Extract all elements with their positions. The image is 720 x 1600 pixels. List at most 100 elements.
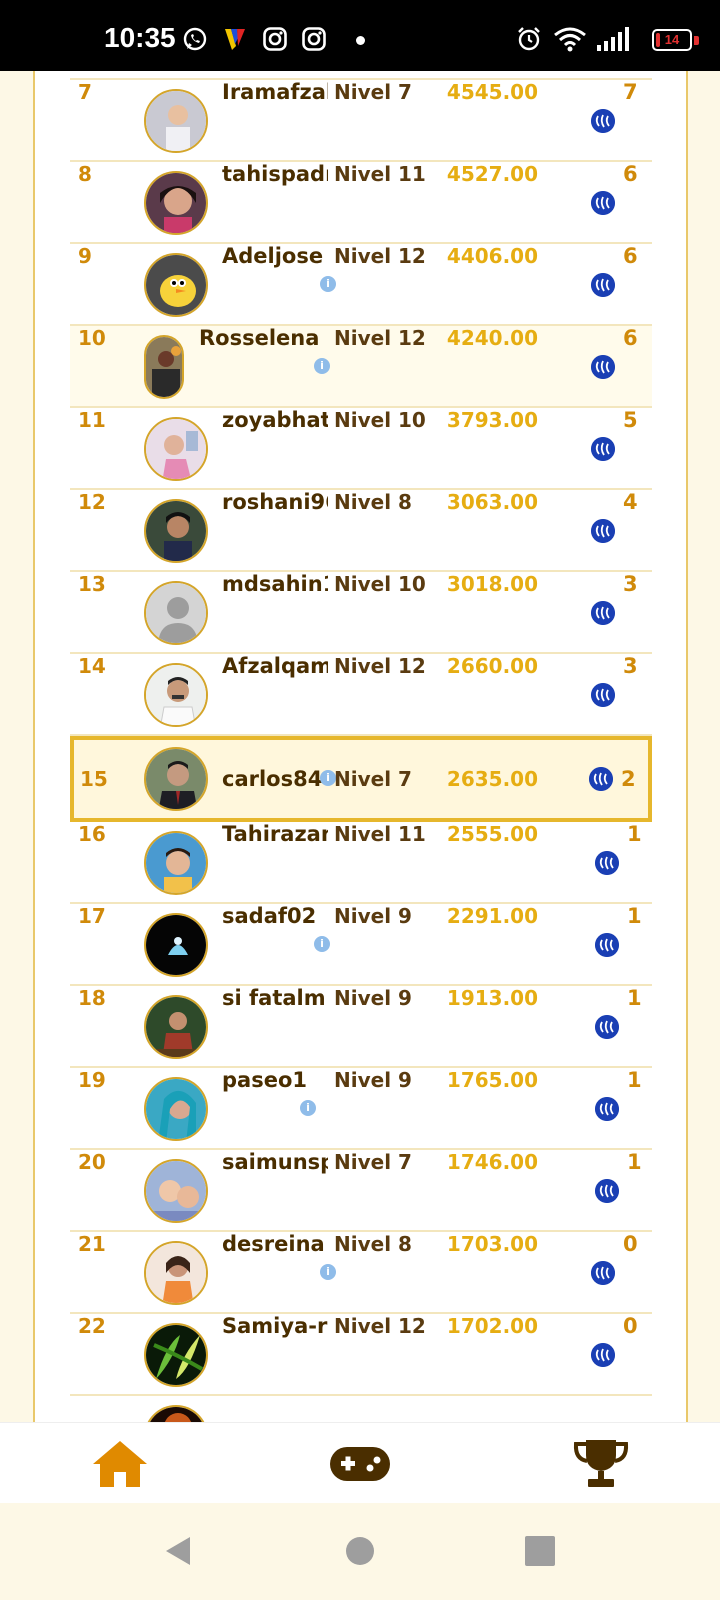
leaderboard-row[interactable]: 11 zoyabhat Nivel 10 3793.00 5 bbox=[70, 408, 652, 490]
gamepad-icon[interactable] bbox=[330, 1437, 390, 1491]
score: 2291.00 bbox=[446, 904, 538, 928]
username[interactable]: tahispadr bbox=[222, 162, 328, 186]
info-icon[interactable]: i bbox=[320, 1264, 336, 1280]
battery-icon: 14 bbox=[652, 29, 692, 51]
reward: 3 bbox=[623, 654, 638, 678]
level: Nivel 9 bbox=[334, 1068, 412, 1092]
rank: 7 bbox=[78, 80, 92, 104]
rank: 19 bbox=[78, 1068, 106, 1092]
trophy-icon[interactable] bbox=[571, 1437, 631, 1491]
leaderboard-panel: 7 Iramafzal Nivel 7 4545.00 7 8 tahispad… bbox=[33, 71, 688, 1423]
leaderboard-row[interactable]: 12 roshani96 Nivel 8 3063.00 4 bbox=[70, 490, 652, 572]
username[interactable]: carlos84 bbox=[222, 740, 322, 818]
leaderboard-row[interactable]: 7 Iramafzal Nivel 7 4545.00 7 bbox=[70, 80, 652, 162]
username[interactable]: mdsahin1 bbox=[222, 572, 328, 596]
avatar[interactable] bbox=[144, 581, 208, 645]
leaderboard-row[interactable]: 18 si fatalm Nivel 9 1913.00 1 bbox=[70, 986, 652, 1068]
signal-icon bbox=[597, 27, 629, 51]
avatar[interactable] bbox=[144, 499, 208, 563]
rank: 9 bbox=[78, 244, 92, 268]
avatar[interactable] bbox=[144, 995, 208, 1059]
avatar[interactable] bbox=[144, 171, 208, 235]
rank: 10 bbox=[78, 326, 106, 350]
info-icon[interactable]: i bbox=[314, 936, 330, 952]
leaderboard-row[interactable]: 10 Rosselena i Nivel 12 4240.00 6 bbox=[70, 326, 652, 408]
info-icon[interactable]: i bbox=[320, 276, 336, 292]
leaderboard-row[interactable]: 13 mdsahin1 Nivel 10 3018.00 3 bbox=[70, 572, 652, 654]
leaderboard-row[interactable]: 19 paseo1 i Nivel 9 1765.00 1 bbox=[70, 1068, 652, 1150]
leaderboard-list: 7 Iramafzal Nivel 7 4545.00 7 8 tahispad… bbox=[35, 80, 686, 1423]
leaderboard-row[interactable]: 17 sadaf02 i Nivel 9 2291.00 1 bbox=[70, 904, 652, 986]
level: Nivel 12 bbox=[334, 1314, 426, 1338]
avatar[interactable] bbox=[144, 89, 208, 153]
leaderboard-row[interactable]: 16 Tahirazam Nivel 11 2555.00 1 bbox=[70, 822, 652, 904]
reward: 0 bbox=[623, 1232, 638, 1256]
avatar[interactable] bbox=[144, 913, 208, 977]
leaderboard-row[interactable]: 22 Samiya-r Nivel 12 1702.00 0 bbox=[70, 1314, 652, 1396]
username[interactable]: Adeljose bbox=[222, 244, 328, 268]
leaderboard-row-current-user[interactable]: 15 carlos84 i Nivel 7 2635.00 2 bbox=[70, 736, 652, 822]
leaderboard-row[interactable]: 20 saimunsp Nivel 7 1746.00 1 bbox=[70, 1150, 652, 1232]
username[interactable]: sadaf02 bbox=[222, 904, 328, 928]
info-icon[interactable]: i bbox=[300, 1100, 316, 1116]
username[interactable]: desreina bbox=[222, 1232, 328, 1256]
avatar[interactable] bbox=[144, 1077, 208, 1141]
reward: 3 bbox=[623, 572, 638, 596]
avatar[interactable] bbox=[144, 335, 184, 399]
level: Nivel 7 bbox=[334, 80, 412, 104]
leaderboard-row[interactable]: 14 Afzalqam Nivel 12 2660.00 3 bbox=[70, 654, 652, 736]
level: Nivel 8 bbox=[334, 490, 412, 514]
rank: 18 bbox=[78, 986, 106, 1010]
score: 2660.00 bbox=[446, 654, 538, 678]
avatar[interactable] bbox=[144, 831, 208, 895]
back-icon[interactable] bbox=[160, 1533, 196, 1569]
leaderboard-row[interactable]: 8 tahispadr Nivel 11 4527.00 6 bbox=[70, 162, 652, 244]
username[interactable]: paseo1 bbox=[222, 1068, 328, 1092]
whatsapp-icon bbox=[183, 27, 207, 51]
avatar[interactable] bbox=[144, 1159, 208, 1223]
leaderboard-row[interactable]: 9 Adeljose i Nivel 12 4406.00 6 bbox=[70, 244, 652, 326]
home-icon[interactable] bbox=[90, 1437, 150, 1491]
info-icon[interactable]: i bbox=[314, 358, 330, 374]
username[interactable]: saimunsp bbox=[222, 1150, 328, 1174]
recent-apps-icon[interactable] bbox=[522, 1533, 558, 1569]
username[interactable]: roshani96 bbox=[222, 490, 328, 514]
status-bar: 10:35 14 bbox=[0, 0, 720, 71]
avatar[interactable] bbox=[144, 417, 208, 481]
steem-coin-icon bbox=[591, 355, 615, 379]
username[interactable]: Iramafzal bbox=[222, 80, 328, 104]
level: Nivel 9 bbox=[334, 986, 412, 1010]
steem-coin-icon bbox=[591, 1343, 615, 1367]
rank: 13 bbox=[78, 572, 106, 596]
steem-coin-icon bbox=[595, 851, 619, 875]
steem-coin-icon bbox=[589, 767, 613, 791]
home-circle-icon[interactable] bbox=[342, 1533, 378, 1569]
steem-coin-icon bbox=[595, 933, 619, 957]
level: Nivel 12 bbox=[334, 654, 426, 678]
leaderboard-row[interactable]: 21 desreina i Nivel 8 1703.00 0 bbox=[70, 1232, 652, 1314]
avatar[interactable] bbox=[144, 1241, 208, 1305]
steem-coin-icon bbox=[595, 1179, 619, 1203]
username[interactable]: Tahirazam bbox=[222, 822, 328, 846]
username[interactable]: Afzalqam bbox=[222, 654, 328, 678]
username[interactable]: zoyabhat bbox=[222, 408, 328, 432]
level: Nivel 8 bbox=[334, 1232, 412, 1256]
score: 4406.00 bbox=[446, 244, 538, 268]
score: 1746.00 bbox=[446, 1150, 538, 1174]
username[interactable]: Samiya-r bbox=[222, 1314, 328, 1338]
reward: 1 bbox=[627, 1150, 642, 1174]
rank: 15 bbox=[80, 767, 108, 791]
avatar[interactable] bbox=[144, 663, 208, 727]
level: Nivel 12 bbox=[334, 244, 426, 268]
avatar[interactable] bbox=[144, 253, 208, 317]
leaderboard-row[interactable] bbox=[70, 1396, 652, 1423]
rank: 8 bbox=[78, 162, 92, 186]
avatar[interactable] bbox=[144, 1323, 208, 1387]
avatar[interactable] bbox=[144, 747, 208, 811]
reward: 1 bbox=[627, 986, 642, 1010]
avatar[interactable] bbox=[144, 1405, 208, 1423]
username[interactable]: si fatalm bbox=[222, 986, 328, 1010]
rank: 12 bbox=[78, 490, 106, 514]
system-navigation-bar bbox=[0, 1503, 720, 1600]
username[interactable]: Rosselena bbox=[199, 326, 328, 350]
